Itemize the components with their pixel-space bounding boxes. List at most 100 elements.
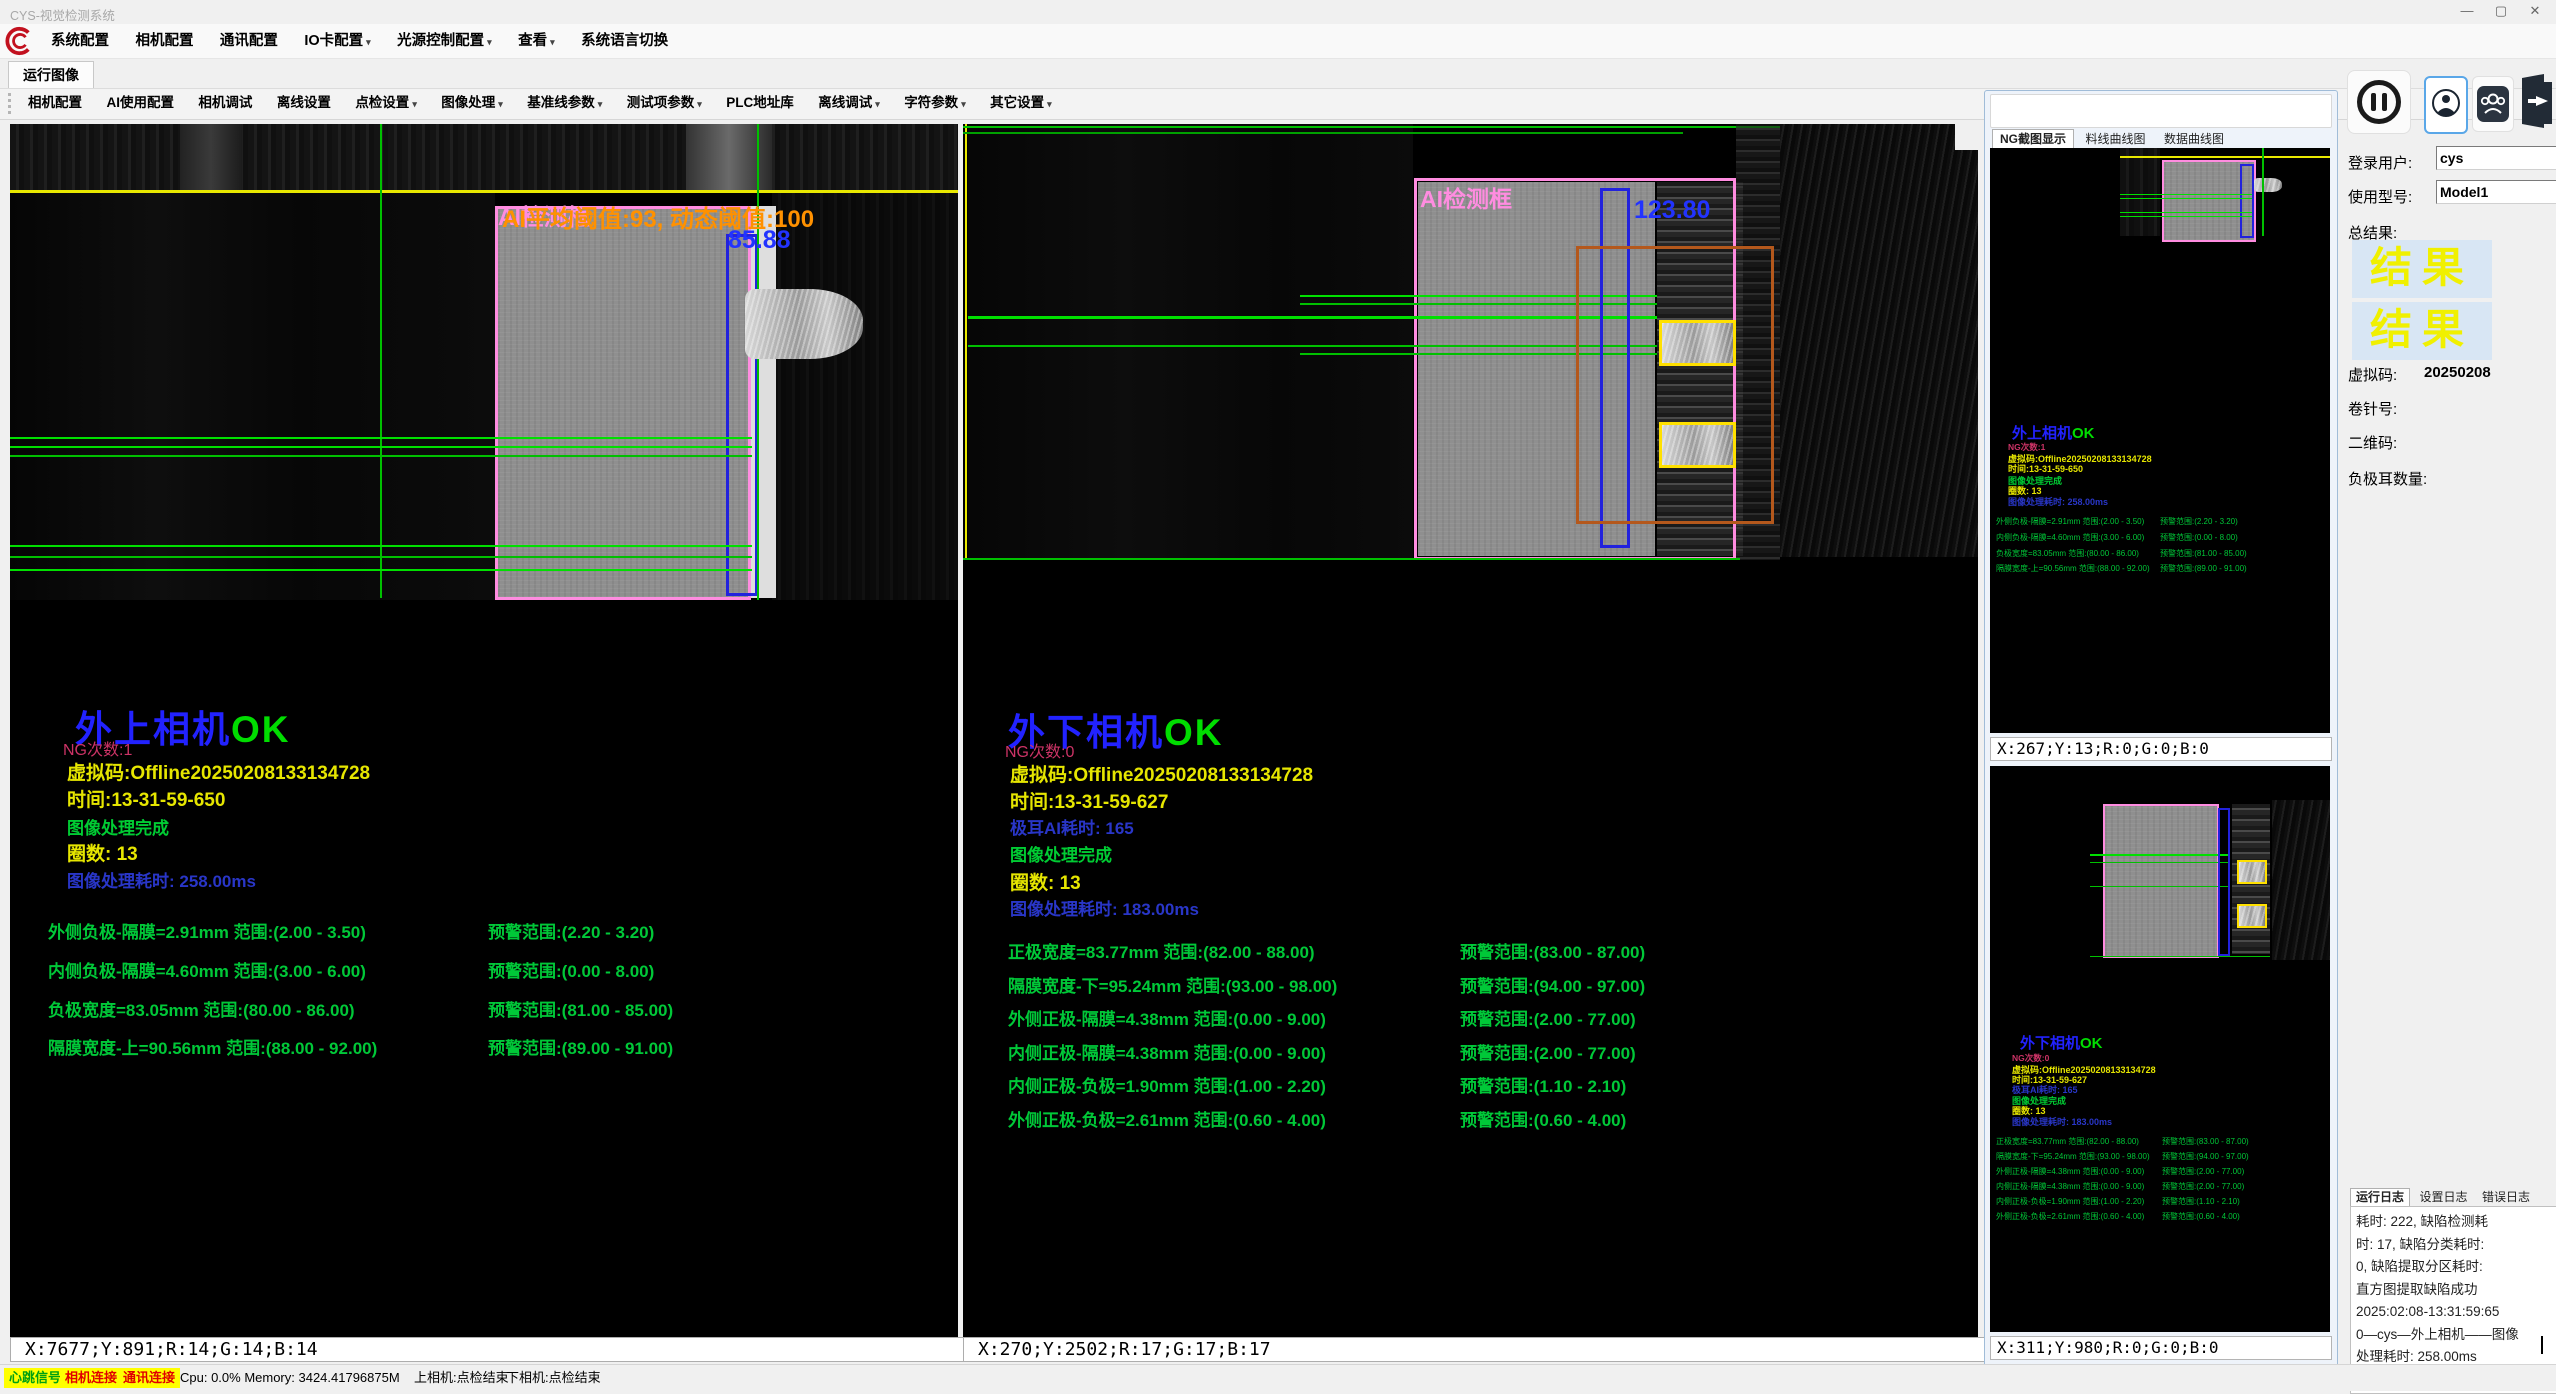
mini-edge-box [2218, 808, 2230, 956]
menu-language-switch[interactable]: 系统语言切换 [570, 24, 679, 58]
mini-meas: 外侧正极-隔膜=4.38mm 范围:(0.00 - 9.00) [1996, 1166, 2144, 1177]
tab-line-curve[interactable]: 料线曲线图 [2078, 130, 2152, 148]
menu-view[interactable]: 查看▾ [507, 24, 566, 59]
green-hline [10, 437, 752, 439]
cpu-memory-status: Cpu: 0.0% Memory: 3424.41796875M [180, 1368, 400, 1388]
tab-ng-screenshot[interactable]: NG截图显示 [1992, 129, 2074, 149]
tool-plc-address[interactable]: PLC地址库 [716, 89, 804, 117]
menu-camera-config[interactable]: 相机配置 [124, 24, 204, 58]
ng-preview-header [1990, 94, 2332, 128]
ng-preview-lower[interactable]: 外下相机OK NG次数:0 虚拟码:Offline202502081331347… [1990, 766, 2330, 1332]
tab-error-log[interactable]: 错误日志 [2477, 1189, 2535, 1206]
window-title: CYS-视觉检测系统 [10, 5, 115, 24]
mini-metal-pin [2254, 178, 2282, 192]
yellow-vline [965, 124, 967, 560]
tool-offline-settings[interactable]: 离线设置 [267, 89, 341, 117]
result-display-lower: 结果 [2352, 302, 2492, 360]
close-button[interactable]: ✕ [2518, 0, 2552, 22]
tool-image-processing[interactable]: 图像处理▾ [431, 89, 513, 118]
green-vline [757, 124, 759, 600]
image-dark-region [968, 124, 1413, 560]
mini-meas: 负极宽度=83.05mm 范围:(80.00 - 86.00) [1996, 548, 2139, 559]
model-input[interactable] [2436, 180, 2556, 204]
toolbar-grip[interactable] [8, 93, 15, 114]
tool-test-params[interactable]: 测试项参数▾ [617, 89, 712, 118]
mini-meas: 外侧正极-负极=2.61mm 范围:(0.60 - 4.00) [1996, 1211, 2144, 1222]
measurement-text: 内侧负极-隔膜=4.60mm 范围:(3.00 - 6.00) [48, 957, 366, 982]
roll-number-label: 卷针号: [2348, 398, 2397, 419]
minimize-button[interactable]: — [2450, 0, 2484, 22]
ng-preview-tabs: NG截图显示 料线曲线图 数据曲线图 [1992, 129, 2231, 149]
green-hline [10, 446, 752, 448]
edge-value-overlay: 123.80 [1634, 196, 1710, 225]
log-line: 0—cys—外上相机——图像 [2356, 1324, 2554, 1347]
tab-run-image[interactable]: 运行图像 [8, 61, 94, 89]
mini-yellow-line [2120, 156, 2330, 158]
chevron-down-icon: ▾ [366, 37, 371, 47]
window-controls: —▢✕ [2450, 0, 2552, 22]
mini-green-hline [2090, 956, 2270, 957]
tab-data-curve[interactable]: 数据曲线图 [2157, 130, 2231, 148]
model-label: 使用型号: [2348, 186, 2412, 207]
green-hline [10, 556, 752, 558]
upper-camera-viewport[interactable]: AI检测框 AI平均阈值:93, 动态阈值:100 85.88 外上相机OK N… [10, 124, 958, 1337]
menu-comm-config[interactable]: 通讯配置 [209, 24, 289, 58]
image-dark-region [10, 193, 495, 600]
chevron-down-icon: ▾ [487, 37, 492, 47]
menu-system-config[interactable]: 系统配置 [40, 24, 120, 58]
image-texture [180, 124, 242, 191]
pause-button[interactable] [2347, 70, 2411, 134]
mini-meas: 预警范围:(0.60 - 4.00) [2162, 1211, 2240, 1222]
tool-baseline-params[interactable]: 基准线参数▾ [517, 89, 612, 118]
menu-light-config[interactable]: 光源控制配置▾ [386, 24, 503, 59]
mini-meas: 预警范围:(2.20 - 3.20) [2160, 516, 2238, 527]
measurement-warn: 预警范围:(89.00 - 91.00) [488, 1034, 673, 1059]
menu-io-config[interactable]: IO卡配置▾ [293, 24, 381, 59]
tool-offline-debug[interactable]: 离线调试▾ [808, 89, 890, 118]
process-done: 图像处理完成 [1010, 841, 1112, 866]
log-tabs: 运行日志 设置日志 错误日志 [2350, 1188, 2535, 1207]
measurement-text: 内侧正极-负极=1.90mm 范围:(1.00 - 2.20) [1008, 1072, 1326, 1097]
qr-code-label: 二维码: [2348, 432, 2397, 453]
tool-camera-config[interactable]: 相机配置 [18, 89, 92, 117]
image-texture [772, 193, 958, 600]
mini-green-vline [2262, 148, 2264, 236]
tab-settings-log[interactable]: 设置日志 [2414, 1189, 2472, 1206]
maximize-button[interactable]: ▢ [2484, 0, 2518, 22]
result-display-upper: 结果 [2352, 240, 2492, 298]
logout-button[interactable] [2518, 70, 2556, 132]
upper-camera-spotcheck-status: 上相机:点检结束 [414, 1368, 509, 1388]
ai-box-label: AI检测框 [1420, 180, 1512, 214]
mini-meas: 内侧正极-负极=1.90mm 范围:(1.00 - 2.20) [1996, 1196, 2144, 1207]
upper-camera-coordbar: X:7677;Y:891;R:14;G:14;B:14 [10, 1337, 972, 1362]
mini-tab-box [2237, 904, 2267, 928]
mini-meas: 预警范围:(0.00 - 8.00) [2160, 532, 2238, 543]
mini-meas: 内侧正极-隔膜=4.38mm 范围:(0.00 - 9.00) [1996, 1181, 2144, 1192]
preview-lower-coordbar: X:311;Y:980;R:0;G:0;B:0 [1990, 1336, 2332, 1360]
chevron-down-icon: ▾ [412, 99, 417, 109]
tool-camera-debug[interactable]: 相机调试 [188, 89, 262, 117]
users-button[interactable] [2472, 76, 2514, 132]
login-user-label: 登录用户: [2348, 152, 2412, 173]
tool-other-settings[interactable]: 其它设置▾ [980, 89, 1062, 118]
measurement-warn: 预警范围:(1.10 - 2.10) [1460, 1072, 1626, 1097]
process-time: 图像处理耗时: 258.00ms [67, 867, 256, 892]
comm-connect-status: 通讯连接 [118, 1368, 180, 1388]
green-vline [380, 124, 382, 598]
tool-ai-config[interactable]: AI使用配置 [96, 89, 184, 117]
ng-preview-upper[interactable]: 外上相机OK NG次数:1 虚拟码:Offline202502081331347… [1990, 148, 2330, 733]
mini-meas: 预警范围:(94.00 - 97.00) [2162, 1151, 2249, 1162]
lower-camera-viewport[interactable]: AI检测框 123.80 外下相机OK NG次数:0 虚拟码:Offline20… [963, 124, 1978, 1337]
image-texture [686, 124, 772, 191]
log-line: 耗时: 222, 缺陷检测耗 [2356, 1211, 2554, 1234]
tab-run-log[interactable]: 运行日志 [2350, 1188, 2410, 1207]
tool-spotcheck-settings[interactable]: 点检设置▾ [345, 89, 427, 118]
measurement-text: 外侧负极-隔膜=2.91mm 范围:(2.00 - 3.50) [48, 918, 366, 943]
user-button[interactable] [2424, 76, 2468, 134]
login-user-input[interactable] [2436, 146, 2556, 170]
tool-char-params[interactable]: 字符参数▾ [894, 89, 976, 118]
mini-green-hline [2120, 212, 2252, 213]
green-hline [10, 569, 752, 571]
app-logo-icon [3, 26, 33, 56]
image-texture [10, 124, 958, 191]
